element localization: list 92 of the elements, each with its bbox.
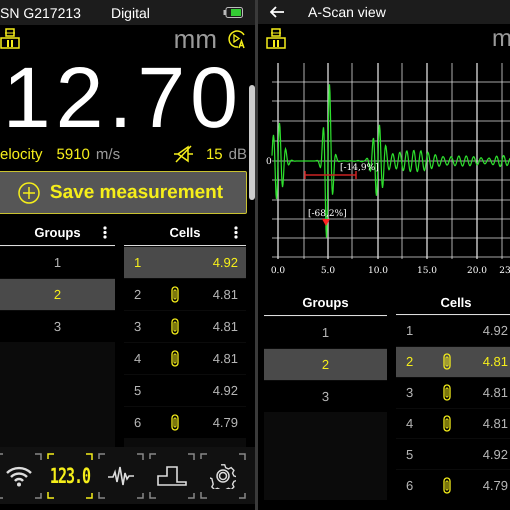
group-row[interactable]: 1 — [264, 317, 387, 348]
cell-value: 4.81 — [212, 287, 238, 302]
screen-title: A-Scan view — [308, 4, 386, 20]
cell-value: 4.79 — [482, 478, 508, 493]
battery-icon — [223, 7, 243, 18]
cell-value: 4.81 — [482, 385, 508, 400]
wifi-icon — [5, 464, 33, 487]
group-row[interactable]: 2 — [0, 279, 115, 310]
nav-button[interactable]: 123.0 — [47, 452, 93, 499]
cell-index: 5 — [406, 446, 414, 462]
cell-row[interactable]: 5 4.92 — [396, 439, 510, 470]
axis-tick-label: 15.0 — [416, 266, 438, 276]
cell-value: 4.92 — [482, 323, 508, 338]
axis-tick-label: 5.0 — [320, 266, 336, 276]
velocity-value: 5910 — [56, 146, 90, 163]
auto-mode-icon[interactable] — [227, 29, 247, 50]
axis-label: 0 — [266, 157, 272, 167]
gain-icon — [172, 145, 194, 164]
cell-row[interactable]: 6 4.79 — [396, 470, 510, 500]
nav-button[interactable] — [98, 452, 144, 499]
cell-value: 4.92 — [212, 255, 238, 270]
gain-unit: dB — [228, 146, 247, 163]
nav-button[interactable] — [200, 452, 246, 499]
cell-row[interactable]: 6 4.79 — [124, 407, 246, 438]
velocity-label: elocity — [0, 146, 43, 163]
cell-index: 5 — [134, 383, 142, 398]
cell-index: 6 — [134, 415, 142, 430]
unit-label: mm — [174, 24, 217, 55]
cell-value: 4.81 — [212, 351, 238, 366]
cell-value: 4.81 — [482, 354, 508, 370]
mode-label: Digital — [110, 4, 150, 21]
group-row[interactable]: 2 — [264, 349, 387, 380]
settings-icon — [210, 462, 236, 489]
cell-index: 2 — [406, 354, 414, 370]
kebab-menu-icon[interactable] — [234, 226, 238, 240]
probe-icon — [0, 28, 20, 50]
cell-row[interactable]: 3 4.81 — [396, 378, 510, 408]
serial-number: SN G217213 — [0, 4, 81, 21]
cell-index: 3 — [134, 319, 142, 334]
cell-value: 4.92 — [482, 446, 508, 462]
axis-tick-label: 10.0 — [368, 266, 388, 276]
peak-marker-icon — [322, 219, 330, 226]
nav-button[interactable] — [0, 452, 42, 499]
axis-tick-label: 0.0 — [270, 266, 286, 276]
nav-button[interactable] — [149, 452, 195, 499]
cell-index: 1 — [406, 323, 414, 338]
cell-value: 4.81 — [212, 319, 238, 334]
group-row[interactable]: 1 — [0, 247, 115, 278]
group-number: 2 — [54, 287, 62, 302]
cell-row[interactable]: 1 4.92 — [124, 247, 246, 278]
column-header: Groups — [302, 295, 349, 310]
back-arrow-icon[interactable] — [270, 6, 284, 18]
group-row[interactable]: 3 — [264, 381, 387, 412]
velocity-unit: m/s — [96, 146, 120, 163]
cell-row[interactable]: 1 4.92 — [396, 316, 510, 346]
group-number: 3 — [54, 319, 62, 334]
cell-index: 4 — [134, 351, 142, 366]
group-number: 1 — [54, 255, 62, 270]
digital-display-icon: 123.0 — [50, 463, 90, 488]
column-header: Cells — [440, 294, 472, 310]
column-header: Groups — [34, 225, 81, 240]
cell-index: 2 — [134, 287, 142, 302]
plus-circle-icon — [18, 182, 40, 204]
cell-row[interactable]: 4 4.81 — [124, 343, 246, 374]
axis-tick-label: 23 — [499, 266, 510, 276]
cell-row[interactable]: 3 4.81 — [124, 311, 246, 342]
gain-value: 15 — [206, 146, 223, 163]
waveform-icon — [107, 464, 135, 487]
cell-row[interactable]: 2 4.81 — [396, 346, 510, 377]
cell-index: 1 — [134, 255, 142, 270]
save-measurement-button[interactable]: Save measurement — [0, 171, 247, 214]
cell-value: 4.79 — [212, 415, 238, 430]
cell-index: 4 — [406, 416, 414, 431]
kebab-menu-icon[interactable] — [103, 226, 107, 240]
thickness-reading: 12.70 — [2, 53, 243, 144]
group-number: 2 — [322, 357, 330, 372]
cell-index: 3 — [406, 385, 414, 400]
cell-row[interactable]: 2 4.81 — [124, 279, 246, 310]
probe-icon — [266, 28, 286, 50]
group-row[interactable]: 3 — [0, 311, 115, 342]
cell-row[interactable]: 4 4.81 — [396, 408, 510, 438]
group-number: 1 — [322, 325, 330, 340]
step-icon — [157, 464, 187, 487]
axis-tick-label: 20.0 — [466, 266, 488, 276]
scrollbar[interactable] — [249, 85, 255, 200]
cell-value: 4.81 — [482, 416, 508, 431]
group-number: 3 — [322, 389, 330, 404]
cell-index: 6 — [406, 478, 414, 493]
column-header: Cells — [169, 225, 201, 240]
gate-marker[interactable] — [304, 171, 357, 179]
cell-value: 4.92 — [212, 383, 238, 398]
cell-row[interactable]: 5 4.92 — [124, 375, 246, 406]
